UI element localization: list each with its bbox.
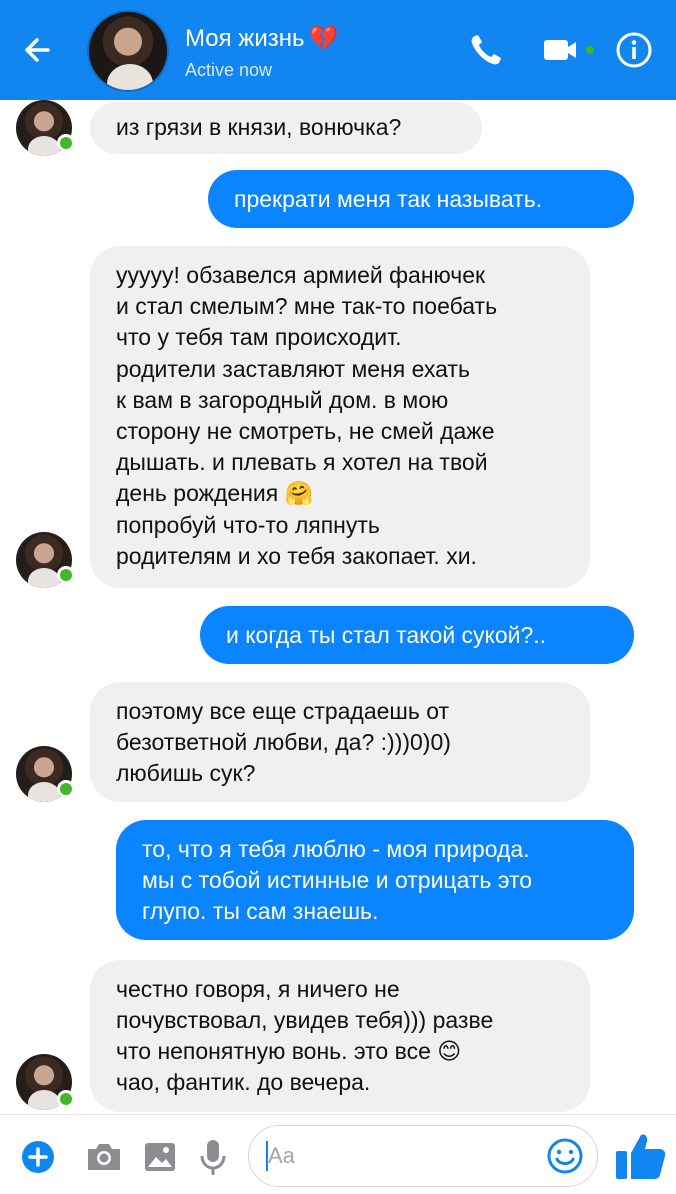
incoming-message[interactable]: ууууу! обзавелся армией фанючек и стал с… bbox=[90, 246, 590, 588]
message-composer: Aa bbox=[0, 1114, 676, 1194]
online-indicator bbox=[57, 780, 75, 798]
online-indicator bbox=[57, 566, 75, 584]
phone-icon[interactable] bbox=[466, 30, 506, 70]
back-arrow-icon[interactable] bbox=[18, 28, 62, 72]
active-status: Active now bbox=[185, 60, 273, 80]
chat-header: Моя жизнь 💔 Active now bbox=[0, 0, 676, 100]
incoming-message[interactable]: из грязи в князи, вонючка? bbox=[90, 102, 482, 154]
contact-avatar[interactable] bbox=[87, 10, 169, 92]
online-indicator bbox=[57, 1090, 75, 1108]
contact-name-text: Моя жизнь bbox=[185, 25, 305, 52]
outgoing-message[interactable]: то, что я тебя люблю - моя природа. мы с… bbox=[116, 820, 634, 940]
online-indicator bbox=[57, 134, 75, 152]
info-icon[interactable] bbox=[614, 30, 654, 70]
gallery-icon[interactable] bbox=[142, 1139, 178, 1180]
camera-icon[interactable] bbox=[84, 1139, 124, 1180]
microphone-icon[interactable] bbox=[198, 1137, 228, 1182]
contact-name[interactable]: Моя жизнь 💔 bbox=[185, 24, 338, 53]
like-icon[interactable] bbox=[612, 1129, 668, 1188]
outgoing-message[interactable]: прекрати меня так называть. bbox=[208, 170, 634, 228]
emoji-icon[interactable] bbox=[546, 1137, 584, 1180]
broken-heart-emoji: 💔 bbox=[308, 25, 339, 52]
incoming-message[interactable]: поэтому все еще страдаешь от безответной… bbox=[90, 682, 590, 802]
video-camera-icon[interactable] bbox=[540, 32, 600, 68]
plus-icon[interactable] bbox=[20, 1139, 56, 1180]
incoming-message[interactable]: честно говоря, я ничего не почувствовал,… bbox=[90, 960, 590, 1112]
outgoing-message[interactable]: и когда ты стал такой сукой?.. bbox=[200, 606, 634, 664]
message-list[interactable]: из грязи в князи, вонючка? прекрати меня… bbox=[0, 100, 676, 1114]
message-input-placeholder: Aa bbox=[268, 1143, 295, 1168]
